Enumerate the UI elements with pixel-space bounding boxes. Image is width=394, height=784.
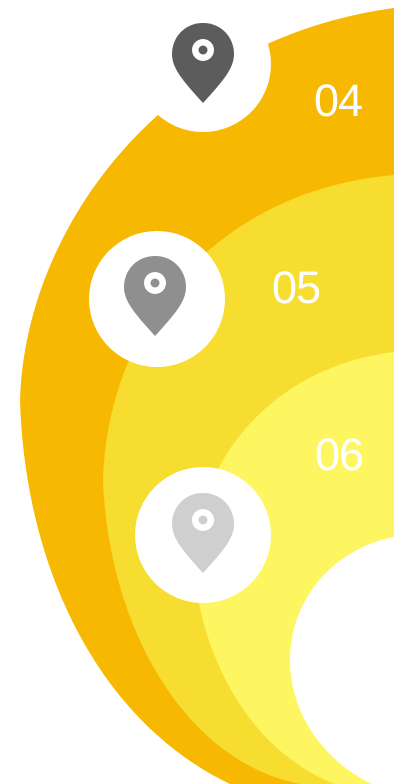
- step-05-number: 05: [272, 262, 320, 313]
- step-04-number: 04: [314, 75, 362, 126]
- infographic-rings-diagram: 04 05 06: [20, 0, 394, 784]
- step-06-number: 06: [315, 429, 363, 480]
